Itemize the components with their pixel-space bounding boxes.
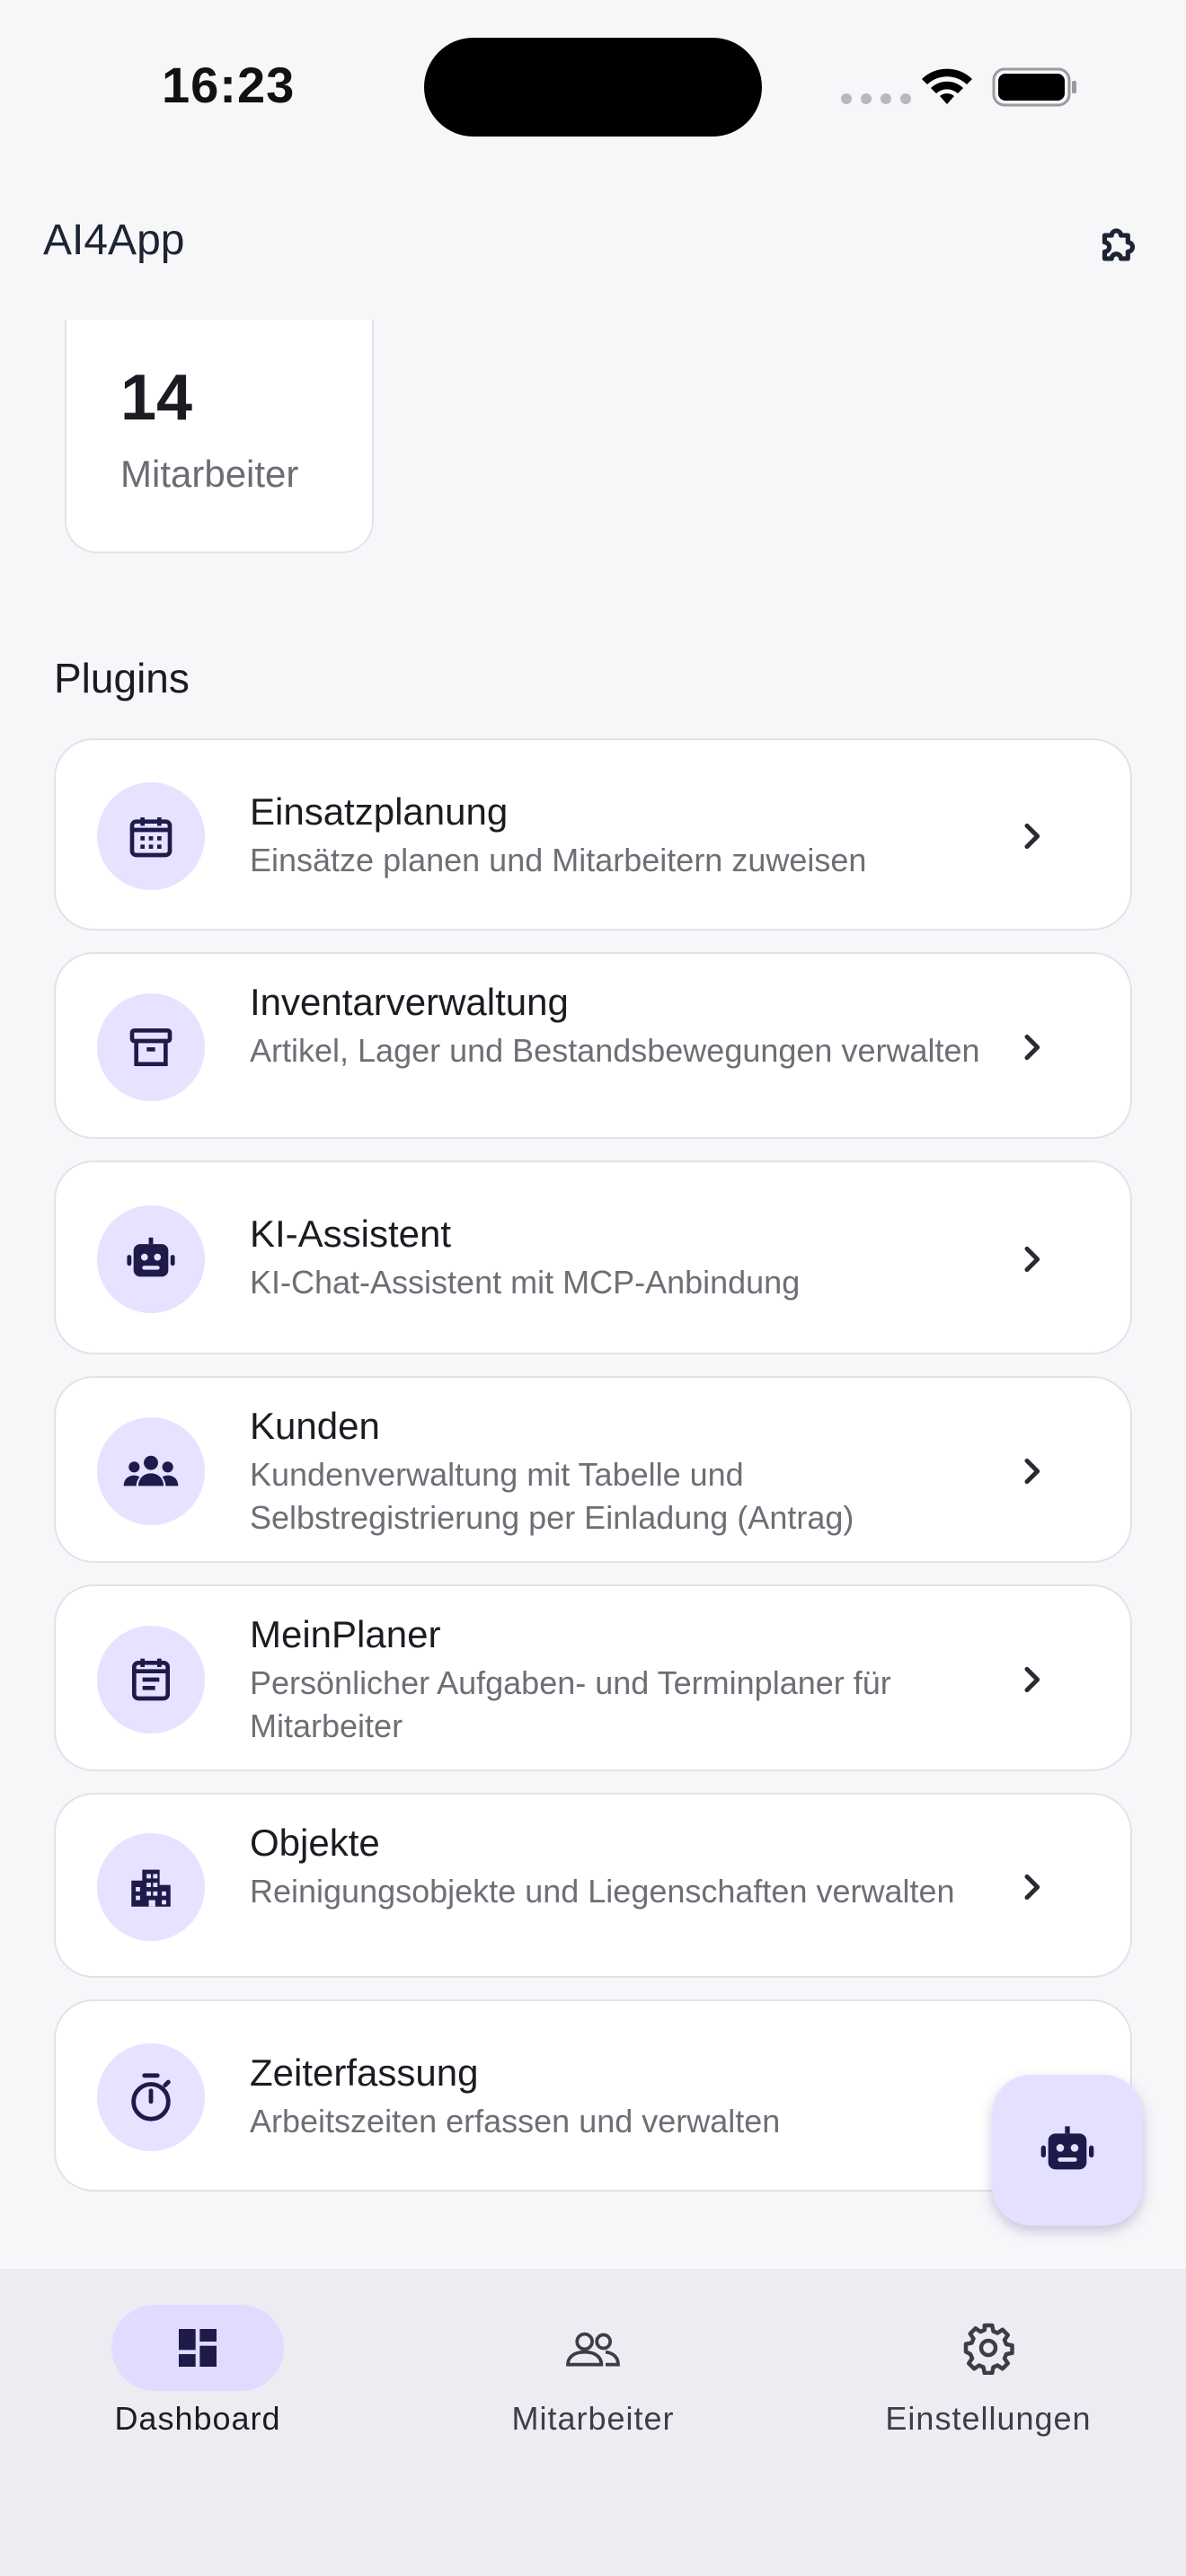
- status-bar: 16:23: [0, 0, 1186, 171]
- dynamic-island: [424, 38, 762, 137]
- plugin-card-kunden[interactable]: Kunden Kundenverwaltung mit Tabelle und …: [54, 1376, 1132, 1563]
- cellular-signal-icon: [841, 93, 911, 104]
- nav-label: Dashboard: [114, 2400, 281, 2437]
- chevron-right-icon: [1024, 1458, 1040, 1485]
- plugin-description: Kundenverwaltung mit Tabelle und Selbstr…: [250, 1456, 854, 1536]
- plugin-icon-wrap: [97, 1417, 205, 1525]
- plugin-description: Arbeitszeiten erfassen und verwalten: [250, 2103, 781, 2139]
- plugin-card-objekte[interactable]: Objekte Reinigungsobjekte und Liegenscha…: [54, 1793, 1132, 1978]
- plugin-description: Persönlicher Aufgaben- und Terminplaner …: [250, 1664, 891, 1744]
- plugin-card-meinplaner[interactable]: MeinPlaner Persönlicher Aufgaben- und Te…: [54, 1584, 1132, 1771]
- people-icon: [566, 2332, 620, 2367]
- plugin-card-einsatzplanung[interactable]: Einsatzplanung Einsätze planen und Mitar…: [54, 738, 1132, 931]
- plugin-card-inventarverwaltung[interactable]: Inventarverwaltung Artikel, Lager und Be…: [54, 952, 1132, 1139]
- building-icon: [131, 1869, 171, 1907]
- people-group-icon: [123, 1455, 179, 1486]
- plugin-description: Reinigungsobjekte und Liegenschaften ver…: [250, 1873, 955, 1910]
- plugin-card-zeiterfassung[interactable]: Zeiterfassung Arbeitszeiten erfassen und…: [54, 1999, 1132, 2192]
- chevron-right-icon: [1024, 1034, 1040, 1061]
- plugin-icon-wrap: [97, 782, 205, 890]
- puzzle-icon: [1102, 228, 1136, 261]
- app-bar: AI4App: [0, 171, 1186, 320]
- battery-icon: [992, 67, 1076, 107]
- nav-item-einstellungen[interactable]: Einstellungen: [854, 2305, 1123, 2438]
- app-title: AI4App: [43, 216, 185, 264]
- robot-icon: [1040, 2126, 1094, 2170]
- archive-box-icon: [129, 1028, 173, 1066]
- plugin-icon-wrap: [97, 1205, 205, 1313]
- dashboard-icon: [179, 2329, 217, 2367]
- nav-item-dashboard[interactable]: Dashboard: [63, 2305, 332, 2438]
- robot-icon: [127, 1237, 175, 1277]
- chevron-right-icon: [1024, 823, 1040, 850]
- plugin-icon-wrap: [97, 993, 205, 1101]
- chevron-right-icon: [1024, 1874, 1040, 1901]
- plugin-description: Artikel, Lager und Bestandsbewegungen ve…: [250, 1032, 980, 1069]
- nav-active-indicator: [111, 2305, 284, 2391]
- plugin-icon-wrap: [97, 1833, 205, 1941]
- chevron-right-icon: [1024, 1666, 1040, 1693]
- plugin-title: Inventarverwaltung: [250, 981, 569, 1023]
- status-time: 16:23: [162, 57, 296, 113]
- plugins-button[interactable]: [1085, 214, 1152, 280]
- gear-icon: [963, 2323, 1014, 2375]
- nav-item-mitarbeiter[interactable]: Mitarbeiter: [458, 2305, 728, 2438]
- plugin-title: Zeiterfassung: [250, 2051, 479, 2094]
- ai-assistant-fab[interactable]: [992, 2075, 1143, 2226]
- plugins-section-title: Plugins: [54, 655, 190, 701]
- plugin-title: KI-Assistent: [250, 1213, 452, 1255]
- plugin-description: Einsätze planen und Mitarbeitern zuweise…: [250, 842, 867, 878]
- plugin-card-ki-assistent[interactable]: KI-Assistent KI-Chat-Assistent mit MCP-A…: [54, 1160, 1132, 1354]
- plugin-title: Einsatzplanung: [250, 790, 509, 833]
- stat-label: Mitarbeiter: [120, 453, 299, 495]
- stopwatch-icon: [131, 2073, 171, 2122]
- planner-icon: [132, 1658, 170, 1701]
- calendar-icon: [129, 817, 173, 858]
- plugin-title: MeinPlaner: [250, 1613, 441, 1655]
- nav-icon-wrap: [507, 2305, 679, 2391]
- nav-label: Einstellungen: [885, 2400, 1092, 2437]
- bottom-navigation: Dashboard Mitarbeiter Einstellungen: [0, 2269, 1186, 2576]
- plugin-title: Objekte: [250, 1822, 380, 1864]
- stat-value: 14: [120, 362, 193, 434]
- nav-label: Mitarbeiter: [511, 2400, 675, 2437]
- plugin-icon-wrap: [97, 2043, 205, 2151]
- chevron-right-icon: [1024, 1246, 1040, 1273]
- wifi-icon: [922, 68, 972, 104]
- plugin-title: Kunden: [250, 1405, 380, 1447]
- nav-icon-wrap: [902, 2305, 1075, 2391]
- plugin-icon-wrap: [97, 1626, 205, 1734]
- plugin-description: KI-Chat-Assistent mit MCP-Anbindung: [250, 1264, 801, 1301]
